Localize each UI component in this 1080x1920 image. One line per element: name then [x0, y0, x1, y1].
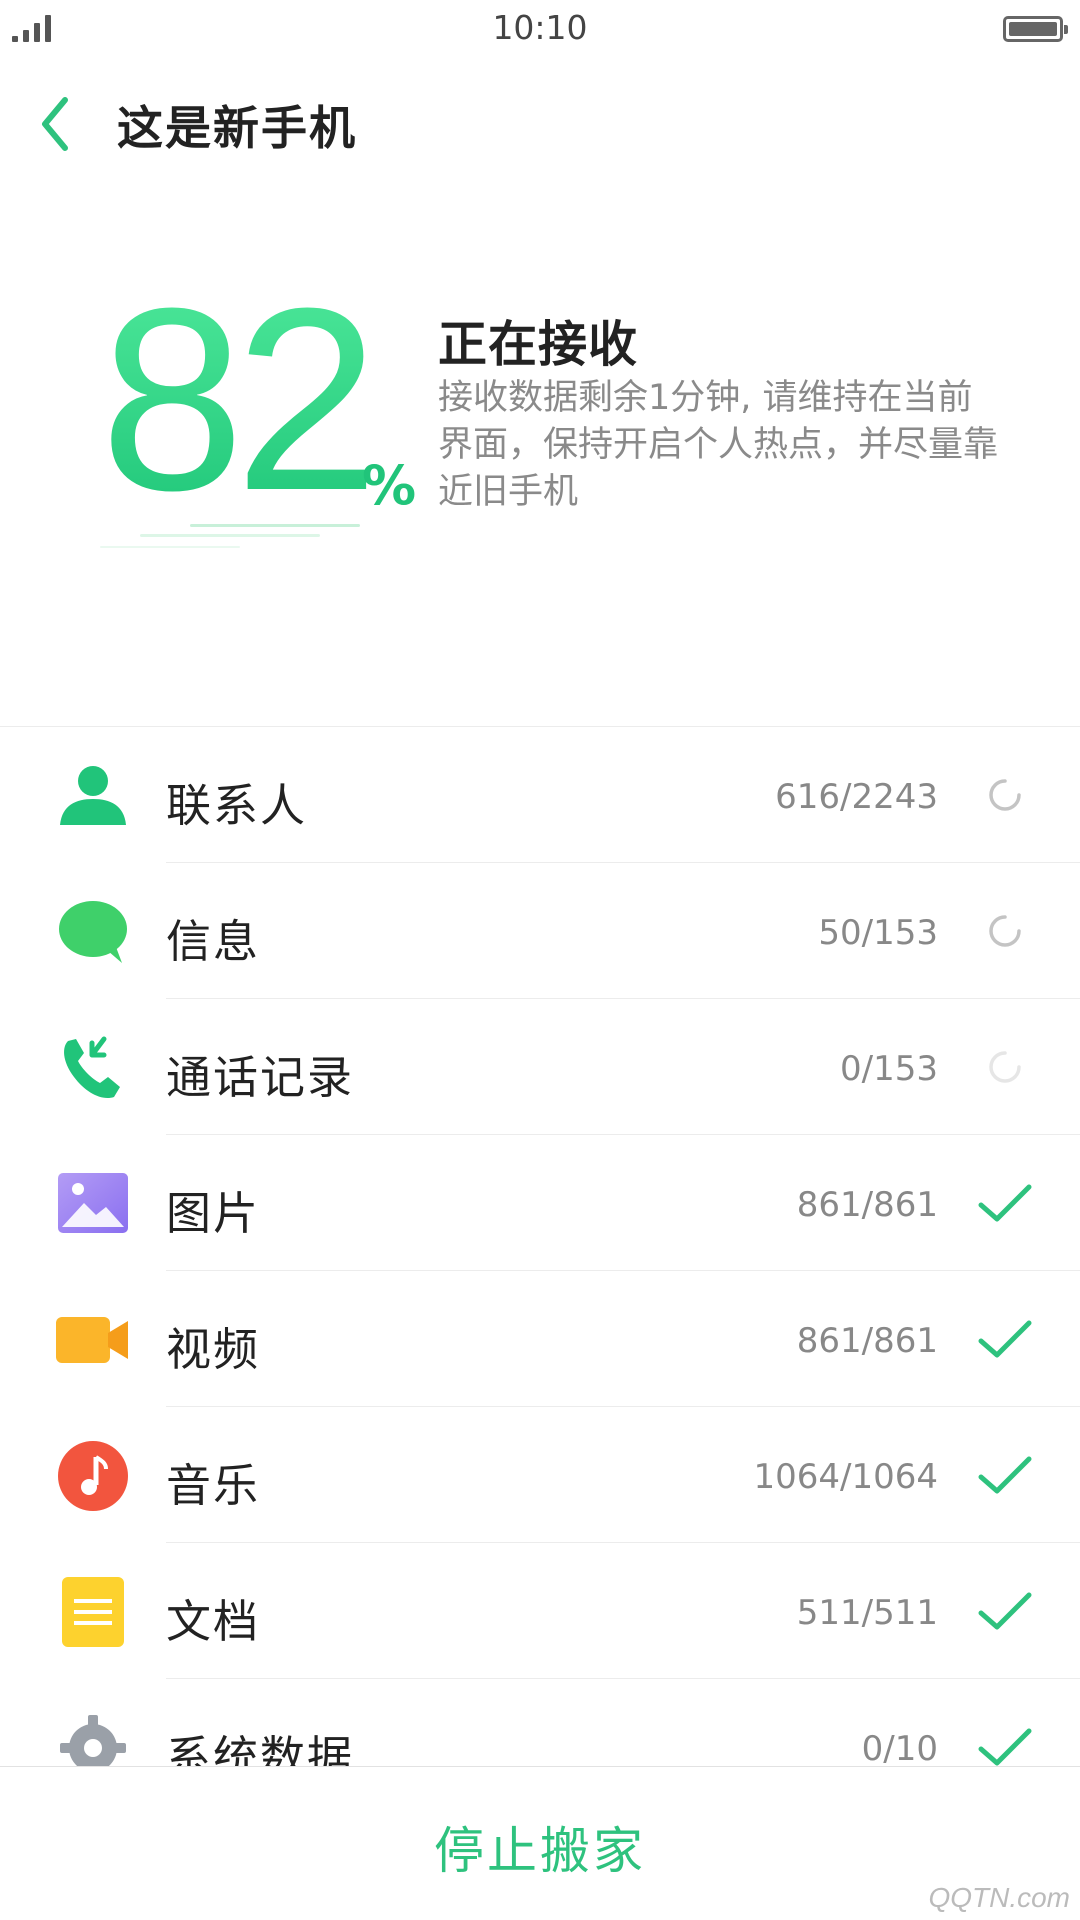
status-time: 10:10: [492, 8, 588, 47]
progress-value: 82: [100, 255, 379, 545]
item-count: 0/153: [840, 1049, 938, 1089]
item-label: 信息: [166, 915, 261, 968]
item-count: 861/861: [796, 1185, 938, 1225]
video-icon: [56, 1303, 130, 1377]
chevron-left-icon: [42, 97, 68, 151]
list-item: 文档 511/511: [0, 1543, 1080, 1679]
list-item: 音乐 1064/1064: [0, 1407, 1080, 1543]
documents-icon: [56, 1575, 130, 1649]
call-log-icon: [56, 1031, 130, 1105]
watermark: QQTN.com: [928, 1882, 1070, 1913]
data-category-list: 联系人 616/2243 信息 50/153 通话记录 0/153 图片 861/861 视频 8…: [0, 727, 1080, 1815]
list-item: 视频 861/861: [0, 1271, 1080, 1407]
checkmark-icon: [975, 1447, 1035, 1503]
item-label: 联系人: [166, 779, 308, 832]
item-count: 50/153: [818, 913, 938, 953]
speed-lines-decoration: [100, 524, 360, 548]
item-count: 0/10: [861, 1729, 938, 1769]
item-count: 861/861: [796, 1321, 938, 1361]
messages-icon: [56, 895, 130, 969]
item-count: 616/2243: [775, 777, 938, 817]
loading-spinner-icon: [975, 767, 1035, 823]
item-label: 通话记录: [166, 1051, 355, 1104]
photos-icon: [56, 1167, 130, 1241]
item-label: 图片: [166, 1187, 261, 1240]
item-count: 511/511: [796, 1593, 938, 1633]
waiting-spinner-icon: [975, 1039, 1035, 1095]
bottom-bar: 停止搬家 QQTN.com: [0, 1766, 1080, 1920]
status-title: 正在接收: [438, 316, 639, 373]
list-item: 信息 50/153: [0, 863, 1080, 999]
checkmark-icon: [975, 1311, 1035, 1367]
page-title: 这是新手机: [117, 101, 357, 155]
battery-icon: [1003, 16, 1068, 42]
back-button[interactable]: [35, 92, 79, 156]
list-item: 图片 861/861: [0, 1135, 1080, 1271]
loading-spinner-icon: [975, 903, 1035, 959]
stop-migration-button[interactable]: 停止搬家: [0, 1811, 1080, 1883]
item-count: 1064/1064: [753, 1457, 938, 1497]
list-item: 联系人 616/2243: [0, 727, 1080, 863]
contacts-icon: [56, 759, 130, 833]
item-label: 音乐: [166, 1459, 261, 1512]
music-icon: [56, 1439, 130, 1513]
checkmark-icon: [975, 1175, 1035, 1231]
percent-sign: %: [362, 454, 417, 517]
checkmark-icon: [975, 1583, 1035, 1639]
status-bar: 10:10: [0, 0, 1080, 60]
item-label: 视频: [166, 1323, 261, 1376]
list-item: 通话记录 0/153: [0, 999, 1080, 1135]
status-description: 接收数据剩余1分钟, 请维持在当前界面，保持开启个人热点，并尽量靠近旧手机: [438, 378, 999, 512]
item-label: 文档: [166, 1595, 261, 1648]
